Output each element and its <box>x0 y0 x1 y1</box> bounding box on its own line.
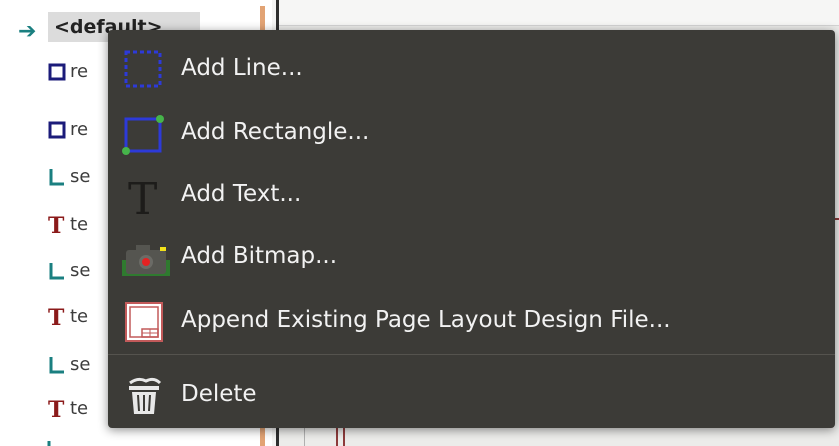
svg-text:T: T <box>48 214 65 236</box>
canvas-frame-line <box>343 428 345 446</box>
tree-item-label: te <box>70 398 89 419</box>
menu-item-append-layout[interactable]: Append Existing Page Layout Design File.… <box>108 290 835 350</box>
menu-item-label: Add Text... <box>181 181 302 207</box>
segment-icon <box>46 353 68 377</box>
tree-item-label: se <box>70 354 91 375</box>
text-t-icon: T <box>122 174 166 225</box>
segment-icon <box>46 165 68 189</box>
tree-item-label: se <box>70 260 91 281</box>
menu-item-label: Add Rectangle... <box>181 119 370 145</box>
trash-icon <box>122 374 166 416</box>
context-menu: Add Line... Add Rectangle... T Add Text.… <box>108 30 835 428</box>
tree-root-row[interactable]: ➔ <default> <box>0 0 260 44</box>
canvas-frame-line <box>336 428 338 446</box>
canvas-frame-line <box>304 428 305 446</box>
svg-text:T: T <box>48 398 65 420</box>
tree-item-label: te <box>70 306 89 327</box>
rect-outline-icon <box>46 60 68 84</box>
canvas-toolbar-strip <box>279 0 839 26</box>
rectangle-icon <box>122 112 166 155</box>
menu-item-label: Add Line... <box>181 55 303 81</box>
camera-icon <box>122 236 170 278</box>
text-t-icon: T <box>46 305 68 329</box>
arrow-right-icon: ➔ <box>18 19 37 44</box>
menu-item-delete[interactable]: Delete <box>108 364 835 424</box>
menu-item-add-bitmap[interactable]: Add Bitmap... <box>108 226 835 286</box>
text-t-icon: T <box>46 397 68 421</box>
tree-item-label: te <box>70 214 89 235</box>
svg-text:T: T <box>128 174 157 218</box>
menu-item-add-line[interactable]: Add Line... <box>108 38 835 98</box>
line-dashed-icon <box>122 48 166 90</box>
page-layout-icon <box>122 300 166 342</box>
segment-icon <box>46 259 68 283</box>
menu-separator <box>108 354 835 355</box>
rect-outline-icon <box>46 118 68 142</box>
menu-item-label: Add Bitmap... <box>181 243 338 269</box>
tree-item-partial <box>46 436 62 446</box>
menu-item-add-text[interactable]: T Add Text... <box>108 164 835 225</box>
menu-item-label: Delete <box>181 381 257 407</box>
menu-item-label: Append Existing Page Layout Design File.… <box>181 307 671 333</box>
tree-item-label: re <box>70 61 89 82</box>
tree-item-label: se <box>70 166 91 187</box>
text-t-icon: T <box>46 213 68 237</box>
tree-item-label: re <box>70 119 89 140</box>
svg-text:T: T <box>48 306 65 328</box>
menu-item-add-rectangle[interactable]: Add Rectangle... <box>108 102 835 162</box>
